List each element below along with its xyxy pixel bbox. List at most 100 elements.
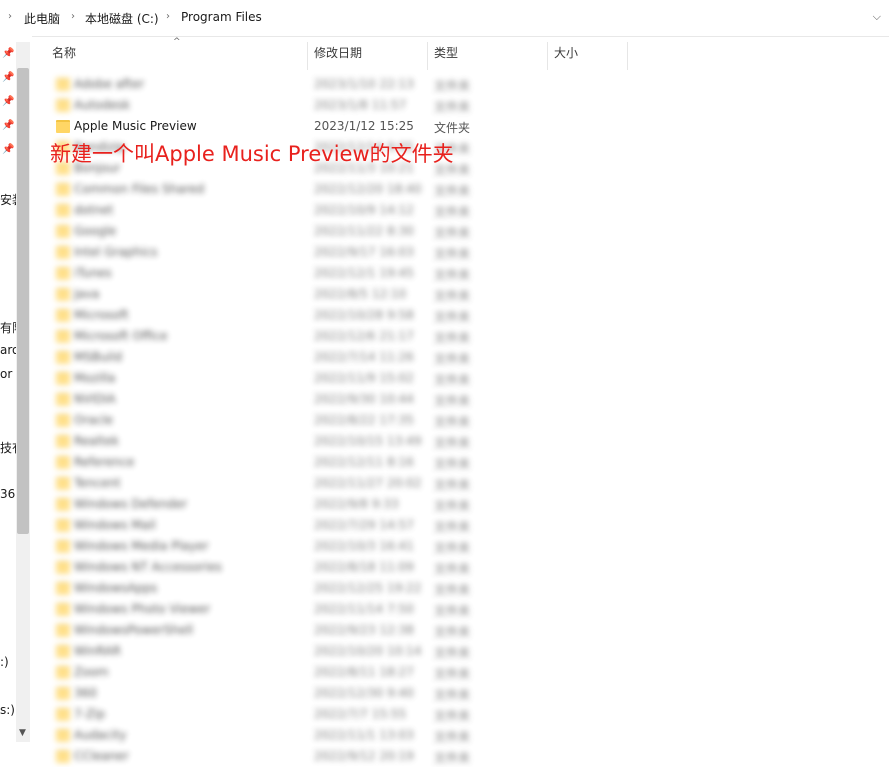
nav-item[interactable]: s:) [0,703,15,717]
row-type: 文件夹 [434,604,471,618]
pin-icon[interactable]: 📌 [2,72,14,83]
pin-icon[interactable]: 📌 [2,96,14,107]
row-type: 文件夹 [434,184,471,198]
column-header-size[interactable]: 大小 [554,44,626,68]
row-date: 2022/7/14 11:26 [314,350,414,364]
nav-item[interactable]: or [0,367,12,381]
table-row[interactable]: Microsoft Office 2022/12/6 21:17 文件夹 [52,327,492,347]
breadcrumb-program-files[interactable]: Program Files [181,10,262,24]
table-row[interactable]: 7-Zip 2022/7/7 15:55 文件夹 [52,705,492,725]
folder-icon [56,246,70,259]
table-row[interactable]: Google 2022/11/22 8:30 文件夹 [52,222,492,242]
folder-icon [56,183,70,196]
row-name: Windows Photo Viewer [74,602,211,616]
table-row[interactable]: dotnet 2022/10/9 14:12 文件夹 [52,201,492,221]
table-row[interactable]: WinRAR 2022/10/20 10:14 文件夹 [52,642,492,662]
row-name: Tencent [74,476,121,490]
row-name: Zoom [74,665,109,679]
chevron-right-icon[interactable]: › [71,11,75,22]
column-divider[interactable] [307,42,308,70]
column-header-label: 修改日期 [314,46,363,60]
row-name: Reference [74,455,135,469]
row-date: 2022/8/22 17:35 [314,413,414,427]
table-row[interactable]: Realtek 2022/10/15 13:49 文件夹 [52,432,492,452]
table-row[interactable]: Reference 2022/12/11 8:16 文件夹 [52,453,492,473]
breadcrumb-this-pc[interactable]: 此电脑 [24,10,60,27]
row-date: 2022/11/9 15:02 [314,371,414,385]
chevron-right-icon[interactable]: › [8,11,12,22]
column-divider[interactable] [627,42,628,70]
row-name: Microsoft [74,308,129,322]
row-name: Microsoft Office [74,329,168,343]
table-row[interactable]: CCleaner 2022/9/12 20:19 文件夹 [52,747,492,767]
table-row[interactable]: Java 2022/8/5 12:10 文件夹 [52,285,492,305]
row-type: 文件夹 [434,289,471,303]
folder-icon [56,750,70,763]
breadcrumb-local-disk[interactable]: 本地磁盘 (C:) [85,10,159,27]
column-header-date[interactable]: 修改日期 [314,44,426,68]
table-row[interactable]: WindowsApps 2022/12/25 19:22 文件夹 [52,579,492,599]
folder-icon [56,645,70,658]
row-type: 文件夹 [434,205,471,219]
nav-scrollbar-thumb[interactable] [17,68,29,534]
row-type: 文件夹 [434,583,471,597]
column-divider[interactable] [427,42,428,70]
row-name: dotnet [74,203,114,217]
row-date: 2022/9/12 20:19 [314,749,414,763]
table-row[interactable]: Zoom 2022/8/11 18:27 文件夹 [52,663,492,683]
column-header-label: 类型 [434,46,459,60]
row-type: 文件夹 [434,478,471,492]
row-date: 2022/11/22 8:30 [314,224,414,238]
pin-icon[interactable]: 📌 [2,144,14,155]
table-row[interactable]: iTunes 2022/12/1 19:45 文件夹 [52,264,492,284]
table-row[interactable]: Tencent 2022/11/27 20:02 文件夹 [52,474,492,494]
table-row[interactable]: Windows Media Player 2022/10/3 16:41 文件夹 [52,537,492,557]
table-row[interactable]: Oracle 2022/8/22 17:35 文件夹 [52,411,492,431]
address-bar[interactable]: › 此电脑 › 本地磁盘 (C:) › Program Files ⌵ [0,0,889,37]
table-row[interactable]: MSBuild 2022/7/14 11:26 文件夹 [52,348,492,368]
row-type: 文件夹 [434,541,471,555]
table-row[interactable]: Microsoft 2022/10/28 9:58 文件夹 [52,306,492,326]
folder-icon [56,267,70,280]
nav-item[interactable]: :) [0,655,9,669]
row-date: 2022/8/18 11:09 [314,560,414,574]
table-row[interactable]: 360 2022/12/30 9:40 文件夹 [52,684,492,704]
row-date: 2022/12/30 9:40 [314,686,414,700]
table-row[interactable]: Autodesk 2023/1/8 11:57 文件夹 [52,96,492,116]
pin-icon[interactable]: 📌 [2,48,14,59]
table-row[interactable]: Adobe after 2023/1/10 22:13 文件夹 [52,75,492,95]
chevron-down-icon[interactable]: ⌵ [873,10,881,24]
chevron-right-icon[interactable]: › [166,11,170,22]
table-row[interactable]: Mozilla 2022/11/9 15:02 文件夹 [52,369,492,389]
row-type: 文件夹 [434,415,471,429]
row-name: Audacity [74,728,127,742]
table-row[interactable]: Windows Defender 2022/9/8 9:33 文件夹 [52,495,492,515]
column-divider[interactable] [547,42,548,70]
table-row[interactable]: NVIDIA 2022/9/30 10:44 文件夹 [52,390,492,410]
row-name: Apple Music Preview [74,119,197,133]
table-row[interactable]: Intel Graphics 2022/9/17 16:03 文件夹 [52,243,492,263]
scroll-down-arrow-icon[interactable]: ▼ [19,728,26,738]
table-row[interactable]: Apple Music Preview 2023/1/12 15:25 文件夹 [52,117,492,137]
table-row[interactable]: Audacity 2022/11/1 13:03 文件夹 [52,726,492,746]
row-name: Google [74,224,117,238]
column-header-name[interactable]: 名称 [52,44,307,68]
row-date: 2023/1/8 11:57 [314,98,407,112]
pin-icon[interactable]: 📌 [2,120,14,131]
folder-icon [56,708,70,721]
row-date: 2022/12/6 21:17 [314,329,414,343]
table-row[interactable]: Common Files Shared 2022/12/20 18:40 文件夹 [52,180,492,200]
table-row[interactable]: Windows Mail 2022/7/29 14:57 文件夹 [52,516,492,536]
table-row[interactable]: Windows Photo Viewer 2022/11/14 7:50 文件夹 [52,600,492,620]
row-date: 2022/7/29 14:57 [314,518,414,532]
folder-icon [56,78,70,91]
row-type: 文件夹 [434,562,471,576]
row-date: 2022/11/27 20:02 [314,476,422,490]
row-type: 文件夹 [434,226,471,240]
row-type: 文件夹 [434,709,471,723]
folder-icon [56,309,70,322]
column-header-type[interactable]: 类型 [434,44,546,68]
table-row[interactable]: WindowsPowerShell 2022/9/23 12:38 文件夹 [52,621,492,641]
table-row[interactable]: Windows NT Accessories 2022/8/18 11:09 文件夹 [52,558,492,578]
row-name: Intel Graphics [74,245,158,259]
